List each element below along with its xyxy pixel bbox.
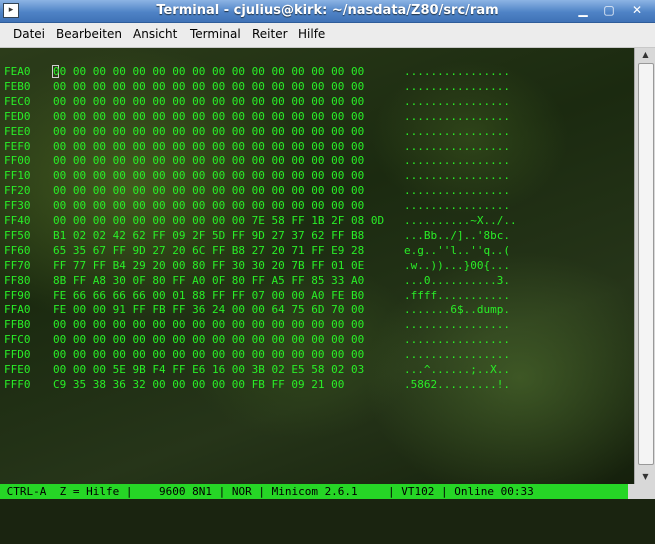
hex-ascii: ................ [404,139,510,153]
hex-ascii: .......6$..dump. [404,303,510,317]
hex-bytes: 00 00 00 00 00 00 00 00 00 00 00 00 00 0… [53,94,365,108]
menu-terminal[interactable]: Terminal [190,27,241,41]
hex-bytes: 00 00 00 00 00 00 00 00 00 00 00 00 00 0… [53,199,365,213]
menu-hilfe[interactable]: Hilfe [298,27,325,41]
hex-bytes: FF 77 FF B4 29 20 00 80 FF 30 30 20 7B F… [53,258,365,272]
hex-ascii: .5862.........!. [404,377,510,391]
status-connection: 9600 8N1 | NOR | Minicom 2.6.1 [159,485,358,498]
terminal-output[interactable]: FEA0 00 00 00 00 00 00 00 00 00 00 00 00 … [0,48,634,484]
menu-ansicht[interactable]: Ansicht [133,27,177,41]
hex-ascii: .ffff........... [404,288,510,302]
hex-ascii: ...0..........3. [404,273,510,287]
hex-address: FFC0 [4,333,31,347]
window-title: Terminal - cjulius@kirk: ~/nasdata/Z80/s… [156,3,499,18]
hex-ascii: ................ [404,65,510,78]
hex-ascii: ................ [404,318,510,332]
hex-bytes: C9 35 38 36 32 00 00 00 00 00 FB FF 09 2… [53,377,345,391]
hex-ascii: ................ [404,348,510,362]
hex-address: FF50 [4,228,31,242]
hex-ascii: ................ [404,199,510,213]
hex-ascii: ................ [404,333,510,347]
hex-bytes: 00 00 00 00 00 00 00 00 00 00 00 00 00 0… [53,154,365,168]
hex-bytes: 00 00 00 00 00 00 00 00 00 00 00 00 00 0… [53,318,365,332]
hex-address: FFB0 [4,318,31,332]
vertical-scrollbar[interactable]: ▲ ▼ [634,48,655,484]
menu-datei[interactable]: Datei [13,27,45,41]
hex-ascii: ................ [404,154,510,168]
hex-bytes: B1 02 02 42 62 FF 09 2F 5D FF 9D 27 37 6… [53,228,365,242]
hex-address: FFF0 [4,377,31,391]
hex-ascii: e.g..''l..''q..( [404,243,510,257]
close-icon[interactable]: ✕ [629,3,645,18]
status-terminal-info: | VT102 | Online 00:33 [388,485,534,498]
hex-bytes: 00 00 00 00 00 00 00 00 00 00 7E 58 FF 1… [53,214,385,227]
hex-bytes: 8B FF A8 30 0F 80 FF A0 0F 80 FF A5 FF 8… [53,273,365,287]
hex-ascii: ...Bb../]..'8bc. [404,228,510,242]
menu-reiter[interactable]: Reiter [252,27,288,41]
hex-address: FF70 [4,258,31,272]
hex-address: FFD0 [4,348,31,362]
menu-bar: Datei Bearbeiten Ansicht Terminal Reiter… [0,23,655,48]
hex-bytes: 00 00 00 00 00 00 00 00 00 00 00 00 00 0… [53,139,365,153]
hex-address: FEA0 [4,65,31,78]
hex-address: FF80 [4,273,31,287]
hex-bytes: 00 00 00 00 00 00 00 00 00 00 00 00 00 0… [53,333,365,347]
hex-address: FEB0 [4,79,31,93]
hex-bytes: 00 00 00 5E 9B F4 FF E6 16 00 3B 02 E5 5… [53,363,365,376]
scroll-up-icon[interactable]: ▲ [635,48,655,62]
hex-bytes: 00 00 00 00 00 00 00 00 00 00 00 00 00 0… [53,169,365,183]
hex-ascii: ................ [404,184,510,198]
hex-address: FF90 [4,288,31,302]
hex-bytes: FE 66 66 66 66 00 01 88 FF FF 07 00 00 A… [53,288,365,302]
hex-bytes: 00 00 00 00 00 00 00 00 00 00 00 00 00 0… [53,109,365,123]
hex-bytes: FE 00 00 91 FF FB FF 36 24 00 00 64 75 6… [53,303,365,317]
hex-address: FED0 [4,109,31,123]
hex-ascii: ................ [404,94,510,108]
status-bar-end [628,484,655,499]
hex-ascii: ................ [404,169,510,183]
hex-address: FFA0 [4,303,31,317]
hex-address: FEE0 [4,124,31,138]
scroll-thumb[interactable] [638,63,654,465]
hex-ascii: ..........~X../.. [404,214,517,227]
hex-ascii: ................ [404,124,510,138]
hex-ascii: ................ [404,109,510,123]
maximize-icon[interactable]: ▢ [601,3,617,18]
hex-ascii: ...^......;..X.. [404,363,510,376]
hex-address: FF00 [4,154,31,168]
minimize-icon[interactable]: ▁ [575,3,591,18]
scroll-down-icon[interactable]: ▼ [635,470,655,484]
hex-address: FF30 [4,199,31,213]
hex-bytes: 00 00 00 00 00 00 00 00 00 00 00 00 00 0… [53,79,365,93]
hex-ascii: .w..))...}00{... [404,258,510,272]
hex-bytes: 00 00 00 00 00 00 00 00 00 00 00 00 00 0… [53,65,365,78]
hex-bytes: 65 35 67 FF 9D 27 20 6C FF B8 27 20 71 F… [53,243,365,257]
hex-address: FF40 [4,214,31,227]
hex-ascii: ................ [404,79,510,93]
hex-bytes: 00 00 00 00 00 00 00 00 00 00 00 00 00 0… [53,348,365,362]
hex-bytes: 00 00 00 00 00 00 00 00 00 00 00 00 00 0… [53,184,365,198]
hex-bytes: 00 00 00 00 00 00 00 00 00 00 00 00 00 0… [53,124,365,138]
hex-address: FEF0 [4,139,31,153]
status-help-hint: CTRL-A Z = Hilfe | [0,485,133,498]
hex-address: FEC0 [4,94,31,108]
title-bar[interactable]: ▸ Terminal - cjulius@kirk: ~/nasdata/Z80… [0,0,655,23]
hex-address: FF60 [4,243,31,257]
hex-address: FF20 [4,184,31,198]
hex-address: FFE0 [4,363,31,376]
hex-address: FF10 [4,169,31,183]
menu-bearbeiten[interactable]: Bearbeiten [56,27,122,41]
minicom-status-bar: CTRL-A Z = Hilfe | 9600 8N1 | NOR | Mini… [0,484,628,499]
